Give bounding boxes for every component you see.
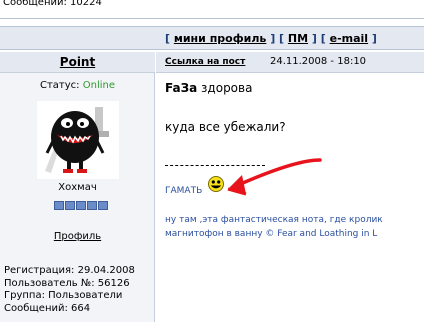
profile-link[interactable]: Профиль <box>54 231 101 242</box>
user-group: Группа: Пользователи <box>4 290 123 301</box>
post-line-2: куда все убежали? <box>165 120 286 134</box>
rank-pip <box>65 201 75 210</box>
mini-profile-link[interactable]: мини профиль <box>174 32 267 45</box>
post-permalink[interactable]: Ссылка на пост <box>165 57 245 67</box>
user-status: Статус: Online <box>0 80 155 91</box>
previous-user-posts-count: Сообщений: 10224 <box>3 0 102 8</box>
avatar-monster-icon <box>37 101 119 179</box>
user-rank: Хохмач <box>58 182 97 193</box>
post-header-bar: Ссылка на пост 24.11.2008 - 18:10 <box>156 52 424 73</box>
rank-pip <box>54 201 64 210</box>
post-actions-bar: [ мини профиль ] [ ПМ ] [ e-mail ] <box>0 27 424 50</box>
pm-link[interactable]: ПМ <box>288 32 308 45</box>
username-bar: Point <box>0 52 155 73</box>
post-line-1: FaЗa здорова <box>165 81 252 95</box>
post-date: 24.11.2008 - 18:10 <box>270 56 367 67</box>
user-post-count: Сообщений: 664 <box>4 302 91 314</box>
mention-name: FaЗa <box>165 81 198 95</box>
rank-pip <box>76 201 86 210</box>
post-actions: [ мини профиль ] [ ПМ ] [ e-mail ] <box>165 32 377 45</box>
profile-link-wrap: Профиль <box>0 231 155 242</box>
signature-link-wrap: ГАМАТЬ <box>165 186 202 196</box>
signature-link[interactable]: ГАМАТЬ <box>165 186 202 196</box>
avatar <box>37 101 119 179</box>
rank-pips <box>54 195 109 210</box>
divider <box>0 18 424 19</box>
signature-quote-line-1: ну там ,эта фантастическая нота, где кро… <box>165 215 383 225</box>
status-label: Статус: <box>40 80 80 91</box>
registration-date: Регистрация: 29.04.2008 <box>4 265 135 276</box>
rank-pip <box>98 201 108 210</box>
user-details: Регистрация: 29.04.2008 Пользователь №: … <box>4 265 135 315</box>
username-link[interactable]: Point <box>0 55 155 69</box>
top-info: Сообщений: 10224 <box>0 0 424 14</box>
signature-quote-line-2: магнитофон в ванну © Fear and Loathing i… <box>165 229 378 239</box>
status-online: Online <box>82 80 115 91</box>
post-greeting: здорова <box>201 81 253 95</box>
red-arrow-icon <box>227 158 322 196</box>
user-number: Пользователь №: 56126 <box>4 277 130 289</box>
rank-pip <box>87 201 97 210</box>
email-link[interactable]: e-mail <box>330 32 368 45</box>
